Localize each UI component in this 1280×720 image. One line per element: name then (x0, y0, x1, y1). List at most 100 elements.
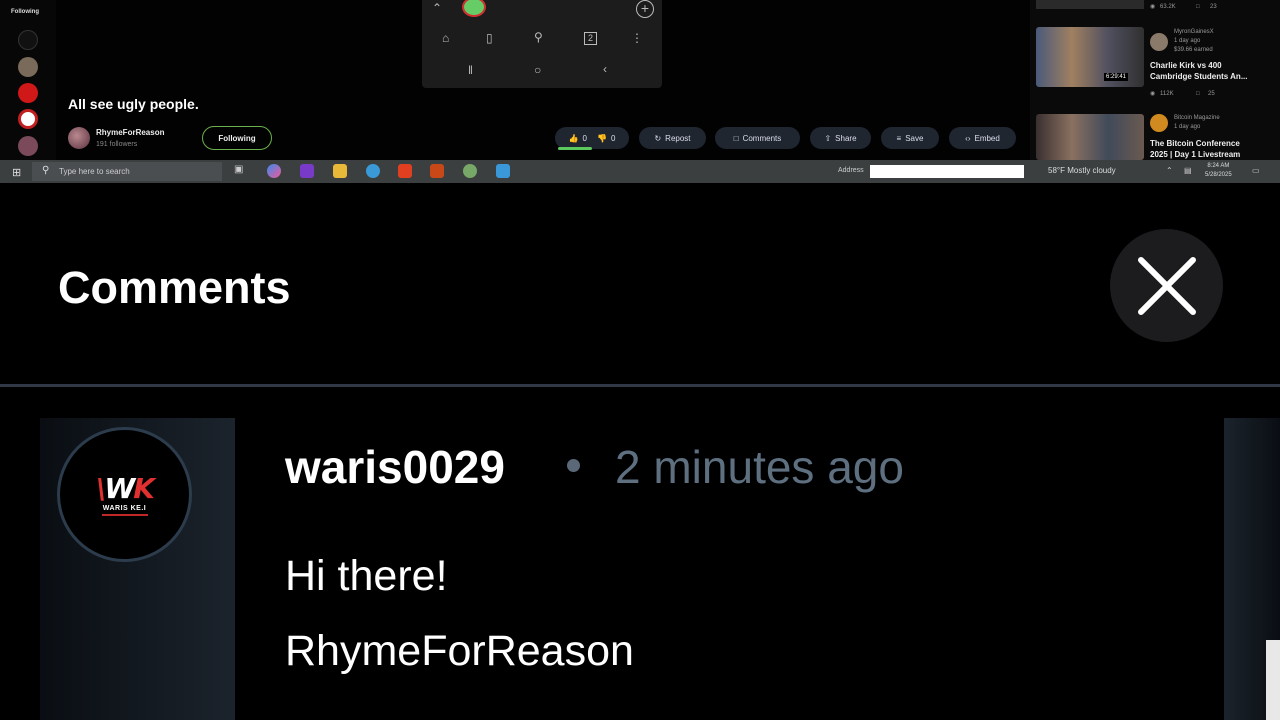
dislike-count: 0 (610, 133, 616, 143)
rail-avatar[interactable] (18, 30, 38, 50)
embed-icon: ‹› (965, 133, 971, 143)
save-button[interactable]: ≡ Save (881, 127, 939, 149)
like-ratio-bar (558, 147, 592, 150)
embed-label: Embed (974, 133, 1000, 143)
like-dislike-group[interactable]: 👍 0 👎 0 (555, 127, 629, 149)
notifications-icon[interactable]: ▭ (1252, 166, 1260, 175)
separator-dot (567, 459, 580, 472)
rail-avatar[interactable] (18, 136, 38, 156)
tabs-icon[interactable]: 2 (584, 32, 597, 45)
avatar-logo-text: WARIS KE.I (102, 504, 147, 512)
app-icon[interactable] (463, 164, 477, 178)
search-icon: ⚲ (42, 165, 50, 176)
app-icon[interactable] (300, 164, 314, 178)
comment-username[interactable]: waris0029 (285, 440, 505, 494)
home-circle-icon[interactable]: ○ (534, 64, 541, 76)
author-avatar[interactable] (68, 127, 90, 149)
windows-start-icon[interactable]: ⊞ (12, 166, 21, 179)
record-icon[interactable] (462, 0, 486, 17)
rail-title: Following (11, 9, 39, 15)
comment-timestamp: 2 minutes ago (615, 441, 904, 493)
video-duration: 6:29:41 (1104, 73, 1129, 81)
save-label: Save (905, 133, 924, 143)
comments-button[interactable]: □ Comments (715, 127, 800, 149)
channel-avatar[interactable] (1150, 114, 1168, 132)
recents-icon[interactable]: ‖ (468, 64, 473, 76)
video-title-line1[interactable]: Charlie Kirk vs 400 (1150, 61, 1222, 71)
channel-name[interactable]: Bitcoin Magazine (1174, 114, 1220, 122)
copilot-icon[interactable] (267, 164, 281, 178)
more-vertical-icon[interactable]: ⋮ (631, 32, 643, 44)
comment-icon: □ (733, 133, 739, 143)
comment-icon: □ (1196, 4, 1200, 10)
video-earned: $39.66 earned (1174, 47, 1213, 53)
video-title-line1[interactable]: The Bitcoin Conference (1150, 139, 1240, 149)
rail-avatar[interactable] (18, 57, 38, 77)
repost-icon: ↻ (654, 133, 662, 143)
previous-thumbnail[interactable] (1036, 0, 1144, 9)
prev-comments: 23 (1210, 4, 1217, 10)
back-icon[interactable]: ‹ (603, 63, 607, 75)
commenter-avatar[interactable]: \WK WARIS KE.I (57, 427, 192, 562)
app-icon[interactable] (496, 164, 510, 178)
taskbar-search-box[interactable]: ⚲ Type here to search (32, 162, 222, 181)
thumbs-down-icon[interactable]: 👎 (597, 134, 607, 143)
scroll-edge[interactable] (1266, 640, 1280, 720)
video-age: 1 day ago (1174, 38, 1201, 44)
share-icon: ⇧ (824, 133, 832, 143)
repost-button[interactable]: ↻ Repost (639, 127, 706, 149)
taskbar-clock[interactable]: 8:24 AM 5/28/2025 (1205, 162, 1232, 180)
following-button[interactable]: Following (202, 126, 272, 150)
share-button[interactable]: ⇧ Share (810, 127, 871, 149)
share-label: Share (835, 133, 857, 143)
weather-widget[interactable]: 58°F Mostly cloudy (1048, 166, 1116, 175)
search-icon[interactable]: ⚲ (534, 31, 543, 43)
comment-text-line: RhymeForReason (285, 627, 634, 675)
channel-avatar[interactable] (1150, 33, 1168, 51)
file-explorer-icon[interactable] (333, 164, 347, 178)
desktop-capture: Following ⌃ + ⌂ ▯ ⚲ 2 ⋮ ‖ ○ ‹ All see ug… (0, 0, 1280, 183)
bookmark-icon[interactable]: ▯ (486, 32, 493, 44)
recommended-sidebar: ◉ 63.2K □ 23 6:29:41 MyronGainesX 1 day … (1030, 0, 1280, 160)
comments-label: Comments (742, 133, 782, 143)
home-icon[interactable]: ⌂ (442, 32, 449, 44)
author-name[interactable]: RhymeForReason (96, 128, 164, 137)
prev-views: 63.2K (1160, 4, 1176, 10)
comments-title: Comments (58, 262, 291, 313)
post-title: All see ugly people. (68, 96, 199, 112)
video-age: 1 day ago (1174, 124, 1201, 130)
thumbs-up-icon[interactable]: 👍 (569, 134, 579, 143)
rail-avatar[interactable] (18, 83, 38, 103)
embed-button[interactable]: ‹› Embed (949, 127, 1016, 149)
clock-date: 5/28/2025 (1205, 172, 1232, 178)
comment-text-line: Hi there! (285, 552, 448, 600)
network-icon[interactable]: ▤ (1184, 166, 1192, 175)
chevron-up-icon[interactable]: ⌃ (432, 2, 442, 14)
edge-icon[interactable] (366, 164, 380, 178)
close-comments-button[interactable] (1110, 229, 1223, 342)
close-icon (1137, 256, 1196, 315)
comment-icon: □ (1196, 91, 1200, 97)
save-icon: ≡ (896, 133, 902, 143)
address-bar[interactable] (870, 165, 1024, 178)
video-views: 112K (1160, 91, 1174, 97)
rail-avatar[interactable] (18, 109, 38, 129)
tray-chevron-icon[interactable]: ⌃ (1166, 166, 1173, 175)
views-icon: ◉ (1150, 4, 1156, 10)
repost-label: Repost (665, 133, 691, 143)
app-icon[interactable] (430, 164, 444, 178)
windows-taskbar: ⊞ ⚲ Type here to search ▣ Address 58°F M… (0, 160, 1280, 183)
video-thumbnail[interactable] (1036, 114, 1144, 160)
plus-icon[interactable]: + (636, 0, 654, 18)
channel-name[interactable]: MyronGainesX (1174, 28, 1214, 36)
author-followers: 191 followers (96, 141, 138, 148)
task-view-icon[interactable]: ▣ (234, 164, 248, 178)
video-title-line2[interactable]: Cambridge Students An... (1150, 72, 1248, 82)
clock-time: 8:24 AM (1207, 163, 1230, 169)
like-count: 0 (582, 133, 587, 143)
video-title-line2[interactable]: 2025 | Day 1 Livestream (1150, 150, 1240, 160)
following-rail: Following (0, 0, 56, 160)
avatar-logo-underline (101, 513, 148, 516)
views-icon: ◉ (1150, 91, 1156, 97)
brave-icon[interactable] (398, 164, 412, 178)
